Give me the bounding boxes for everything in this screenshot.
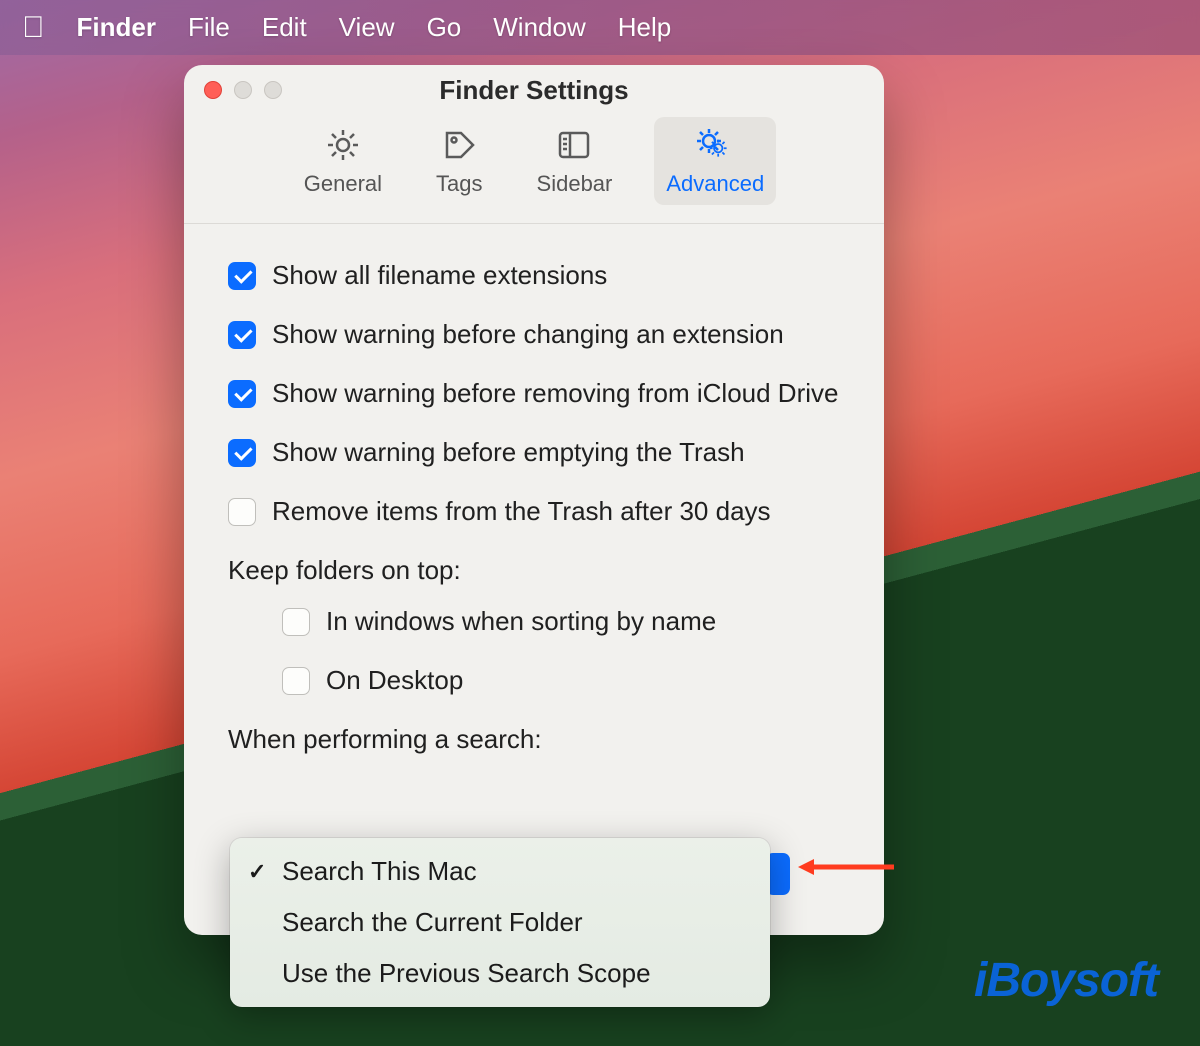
checkbox-row: In windows when sorting by name — [228, 606, 844, 637]
window-title: Finder Settings — [184, 75, 884, 106]
checkbox-row: Show warning before removing from iCloud… — [228, 378, 844, 409]
tab-label: Sidebar — [537, 171, 613, 197]
checkbox-row: Remove items from the Trash after 30 day… — [228, 496, 844, 527]
checkbox-remove-30days[interactable] — [228, 498, 256, 526]
watermark-logo: iBoysoft — [974, 953, 1158, 1008]
tab-sidebar[interactable]: Sidebar — [525, 117, 625, 205]
checkbox-label: On Desktop — [326, 665, 463, 696]
menubar-item-edit[interactable]: Edit — [262, 12, 307, 43]
finder-settings-window: Finder Settings General Tags Sidebar Adv… — [184, 65, 884, 935]
menubar-item-view[interactable]: View — [339, 12, 395, 43]
apple-menu-icon[interactable]:  — [22, 11, 45, 45]
menubar-item-file[interactable]: File — [188, 12, 230, 43]
checkbox-label: Show warning before emptying the Trash — [272, 437, 745, 468]
menu-item-search-current-folder[interactable]: Search the Current Folder — [230, 897, 770, 948]
menubar-item-help[interactable]: Help — [618, 12, 671, 43]
tab-label: General — [304, 171, 382, 197]
checkbox-label: In windows when sorting by name — [326, 606, 716, 637]
menubar-item-go[interactable]: Go — [427, 12, 462, 43]
menu-item-label: Search the Current Folder — [282, 907, 583, 938]
checkbox-row: Show warning before emptying the Trash — [228, 437, 844, 468]
tag-icon — [439, 125, 479, 165]
checkbox-row: Show all filename extensions — [228, 260, 844, 291]
sidebar-icon — [554, 125, 594, 165]
tab-label: Advanced — [666, 171, 764, 197]
menubar:  Finder File Edit View Go Window Help — [0, 0, 1200, 55]
tab-advanced[interactable]: Advanced — [654, 117, 776, 205]
checkbox-warn-icloud[interactable] — [228, 380, 256, 408]
titlebar: Finder Settings — [184, 65, 884, 99]
menubar-item-finder[interactable]: Finder — [77, 12, 156, 43]
checkmark-icon: ✓ — [248, 859, 272, 885]
tab-tags[interactable]: Tags — [424, 117, 494, 205]
menu-item-previous-scope[interactable]: Use the Previous Search Scope — [230, 948, 770, 999]
menu-item-label: Use the Previous Search Scope — [282, 958, 651, 989]
search-scope-dropdown: ✓ Search This Mac Search the Current Fol… — [230, 838, 770, 1007]
menu-item-label: Search This Mac — [282, 856, 477, 887]
settings-content: Show all filename extensions Show warnin… — [184, 224, 884, 795]
keep-folders-label: Keep folders on top: — [228, 555, 844, 586]
gears-icon — [693, 125, 737, 165]
annotation-arrow — [796, 855, 896, 879]
checkbox-warn-trash[interactable] — [228, 439, 256, 467]
search-label: When performing a search: — [228, 724, 844, 755]
gear-icon — [323, 125, 363, 165]
tab-label: Tags — [436, 171, 482, 197]
checkbox-warn-change-ext[interactable] — [228, 321, 256, 349]
checkbox-label: Remove items from the Trash after 30 day… — [272, 496, 771, 527]
checkbox-label: Show warning before removing from iCloud… — [272, 378, 838, 409]
checkbox-row: Show warning before changing an extensio… — [228, 319, 844, 350]
checkbox-folders-in-windows[interactable] — [282, 608, 310, 636]
menubar-item-window[interactable]: Window — [493, 12, 585, 43]
checkbox-folders-on-desktop[interactable] — [282, 667, 310, 695]
checkbox-row: On Desktop — [228, 665, 844, 696]
tab-general[interactable]: General — [292, 117, 394, 205]
checkbox-show-extensions[interactable] — [228, 262, 256, 290]
menu-item-search-this-mac[interactable]: ✓ Search This Mac — [230, 846, 770, 897]
checkbox-label: Show warning before changing an extensio… — [272, 319, 784, 350]
settings-tabs: General Tags Sidebar Advanced — [184, 99, 884, 224]
checkbox-label: Show all filename extensions — [272, 260, 607, 291]
